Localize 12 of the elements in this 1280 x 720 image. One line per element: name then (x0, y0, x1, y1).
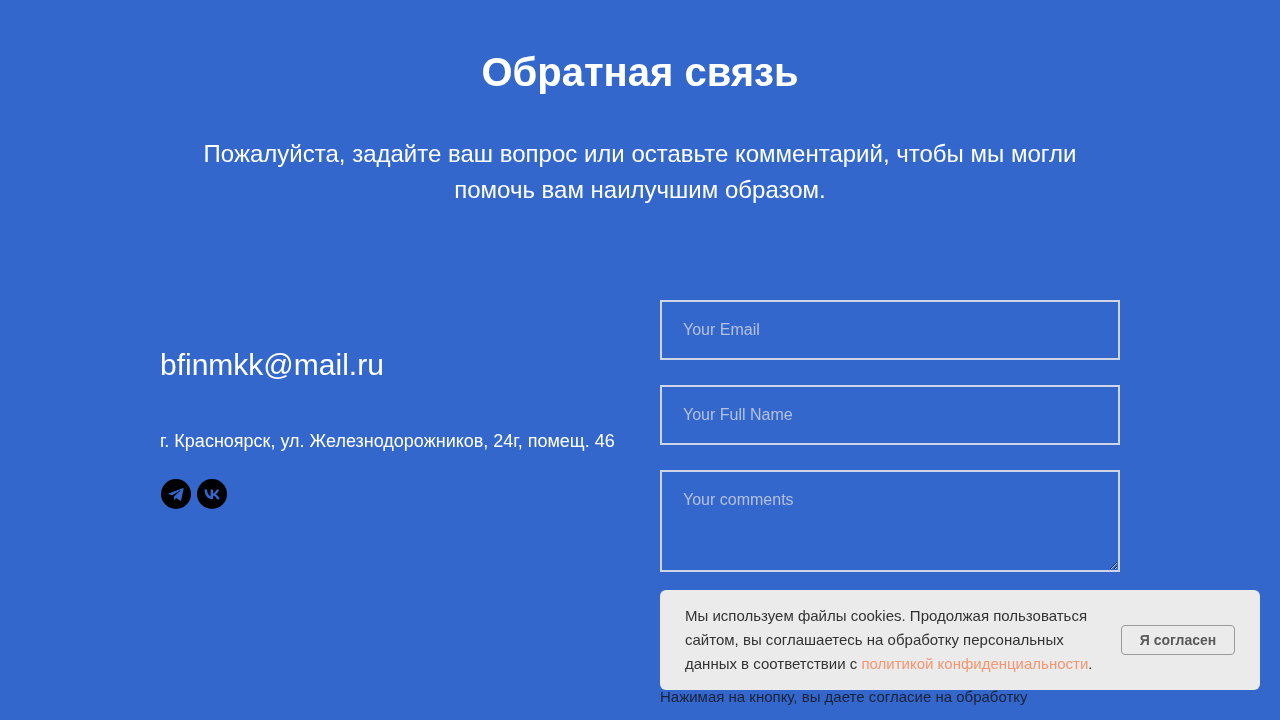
vk-icon[interactable] (197, 479, 227, 509)
contact-email: bfinmkk@mail.ru (160, 347, 385, 383)
contact-address: г. Красноярск, ул. Железнодорожников, 24г, помещ. 46 (160, 430, 616, 453)
text-input-field[interactable]: Your Email (660, 300, 1120, 360)
cookie-notice-text: Мы используем файлы cookies. Продолжая пользоваться сайтом, вы соглашаетесь на обработку персональных данных в соответствии с политикой конфиденциальности. (685, 606, 1094, 674)
consent-text: Нажимая на кнопку, вы даете согласие на обработку (660, 687, 1029, 707)
telegram-icon[interactable] (161, 479, 191, 509)
text-input-field[interactable]: Your Full Name (660, 385, 1120, 445)
page-title: Обратная связь (481, 49, 799, 96)
page-subtitle: Пожалуйста, задайте ваш вопрос или оставьте комментарий, чтобы мы могли помочь вам наилучшим образом. (202, 139, 1078, 205)
accept-cookies-button[interactable]: Я согласен (1121, 625, 1235, 655)
comments-field[interactable]: Your comments (660, 470, 1120, 572)
